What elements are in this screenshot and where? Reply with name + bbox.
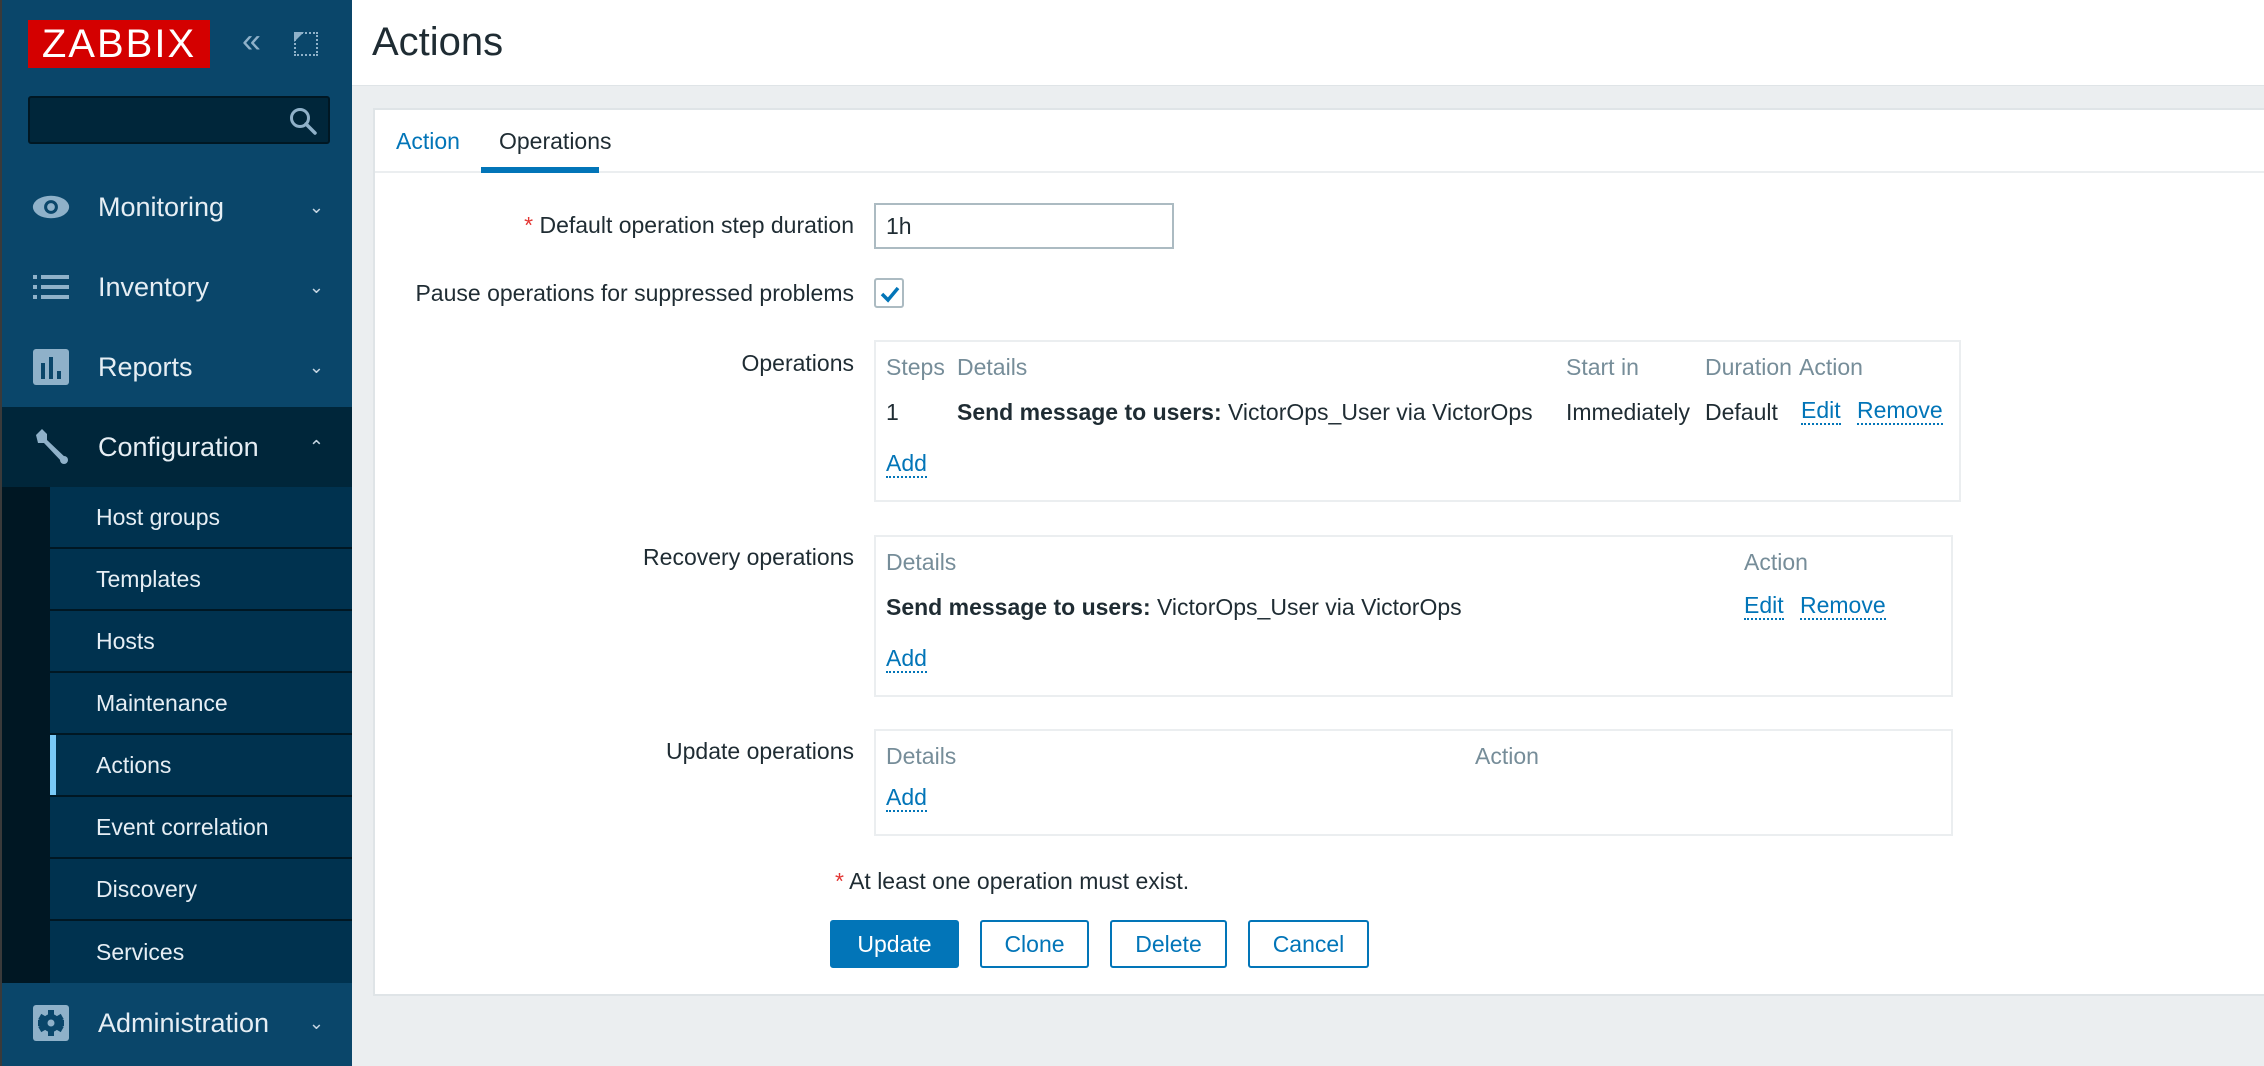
operations-table: Steps Details Start in Duration Action 1… bbox=[874, 340, 1961, 502]
main-menu: Monitoring ⌄ Inventory ⌄ Reports ⌄ Confi… bbox=[2, 167, 352, 1063]
menu-label: Administration bbox=[98, 1007, 270, 1038]
update-button[interactable]: Update bbox=[830, 920, 959, 968]
submenu-actions[interactable]: Actions bbox=[50, 735, 352, 797]
step-duration-input[interactable] bbox=[874, 203, 1174, 249]
search-icon[interactable] bbox=[288, 106, 318, 136]
clone-button[interactable]: Clone bbox=[980, 920, 1089, 968]
col-steps: Steps bbox=[886, 354, 945, 380]
page-title: Actions bbox=[372, 20, 504, 64]
delete-button[interactable]: Delete bbox=[1110, 920, 1227, 968]
col-duration: Duration bbox=[1705, 354, 1792, 380]
gear-icon bbox=[32, 1004, 70, 1042]
collapse-sidebar-icon[interactable]: « bbox=[242, 24, 274, 58]
update-add-link[interactable]: Add bbox=[886, 784, 927, 812]
search-box bbox=[28, 96, 330, 144]
col-action: Action bbox=[1475, 743, 1539, 769]
list-icon bbox=[32, 268, 70, 306]
tab-operations[interactable]: Operations bbox=[499, 128, 612, 155]
submenu-discovery[interactable]: Discovery bbox=[50, 859, 352, 921]
chevron-down-icon: ⌄ bbox=[308, 196, 324, 217]
chevron-up-icon: ⌃ bbox=[308, 436, 324, 457]
menu-inventory[interactable]: Inventory ⌄ bbox=[2, 247, 352, 327]
op-steps: 1 bbox=[886, 399, 899, 425]
col-action: Action bbox=[1744, 549, 1808, 575]
submenu-maintenance[interactable]: Maintenance bbox=[50, 673, 352, 735]
recovery-add-link[interactable]: Add bbox=[886, 645, 927, 673]
col-details: Details bbox=[957, 354, 1028, 380]
configuration-submenu: Host groups Templates Hosts Maintenance … bbox=[2, 487, 352, 983]
kiosk-mode-icon[interactable] bbox=[294, 32, 318, 56]
recovery-operations-table: Details Action Send message to users: Vi… bbox=[874, 535, 1953, 697]
op-add-link[interactable]: Add bbox=[886, 450, 927, 478]
menu-label: Inventory bbox=[98, 271, 210, 302]
submenu-hosts[interactable]: Hosts bbox=[50, 611, 352, 673]
op-edit-link[interactable]: Edit bbox=[1801, 397, 1841, 425]
submenu-host-groups[interactable]: Host groups bbox=[50, 487, 352, 549]
chevron-down-icon: ⌄ bbox=[308, 356, 324, 377]
step-duration-label: * Default operation step duration bbox=[524, 212, 854, 238]
tab-action[interactable]: Action bbox=[396, 128, 460, 155]
menu-configuration[interactable]: Configuration ⌃ bbox=[2, 407, 352, 487]
required-note: * At least one operation must exist. bbox=[835, 868, 1190, 894]
pause-suppressed-label: Pause operations for suppressed problems bbox=[415, 280, 854, 306]
menu-reports[interactable]: Reports ⌄ bbox=[2, 327, 352, 407]
active-tab-indicator bbox=[481, 167, 599, 173]
update-operations-label: Update operations bbox=[666, 738, 854, 764]
op-duration: Default bbox=[1705, 399, 1778, 425]
wrench-icon bbox=[32, 428, 70, 466]
op-details: Send message to users: VictorOps_User vi… bbox=[957, 399, 1533, 425]
col-start-in: Start in bbox=[1566, 354, 1639, 380]
col-action: Action bbox=[1799, 354, 1863, 380]
menu-label: Configuration bbox=[98, 431, 259, 462]
recovery-details: Send message to users: VictorOps_User vi… bbox=[886, 594, 1462, 620]
sidebar: ZABBIX « Monitoring ⌄ Inventory ⌄ Report… bbox=[0, 0, 352, 1066]
zabbix-logo[interactable]: ZABBIX bbox=[28, 20, 210, 68]
chevron-down-icon: ⌄ bbox=[308, 276, 324, 297]
op-remove-link[interactable]: Remove bbox=[1857, 397, 1943, 425]
page-header: Actions bbox=[352, 0, 2264, 86]
submenu-event-correlation[interactable]: Event correlation bbox=[50, 797, 352, 859]
submenu-templates[interactable]: Templates bbox=[50, 549, 352, 611]
action-form: Action Operations * Default operation st… bbox=[373, 108, 2264, 996]
menu-administration[interactable]: Administration ⌄ bbox=[2, 983, 352, 1063]
recovery-operations-label: Recovery operations bbox=[643, 544, 854, 570]
menu-label: Monitoring bbox=[98, 191, 225, 222]
eye-icon bbox=[32, 188, 70, 226]
operations-label: Operations bbox=[741, 350, 854, 376]
recovery-remove-link[interactable]: Remove bbox=[1800, 592, 1886, 620]
col-details: Details bbox=[886, 549, 957, 575]
recovery-edit-link[interactable]: Edit bbox=[1744, 592, 1784, 620]
cancel-button[interactable]: Cancel bbox=[1248, 920, 1369, 968]
op-start-in: Immediately bbox=[1566, 399, 1690, 425]
bar-chart-icon bbox=[32, 348, 70, 386]
pause-suppressed-checkbox[interactable] bbox=[874, 278, 904, 308]
menu-monitoring[interactable]: Monitoring ⌄ bbox=[2, 167, 352, 247]
update-operations-table: Details Action Add bbox=[874, 729, 1953, 836]
required-mark: * bbox=[524, 212, 534, 238]
checkmark-icon bbox=[880, 286, 900, 303]
chevron-down-icon: ⌄ bbox=[308, 1012, 324, 1033]
search-input[interactable] bbox=[30, 98, 328, 142]
col-details: Details bbox=[886, 743, 957, 769]
tab-bar: Action Operations bbox=[375, 110, 2264, 173]
submenu-services[interactable]: Services bbox=[50, 921, 352, 983]
menu-label: Reports bbox=[98, 351, 193, 382]
